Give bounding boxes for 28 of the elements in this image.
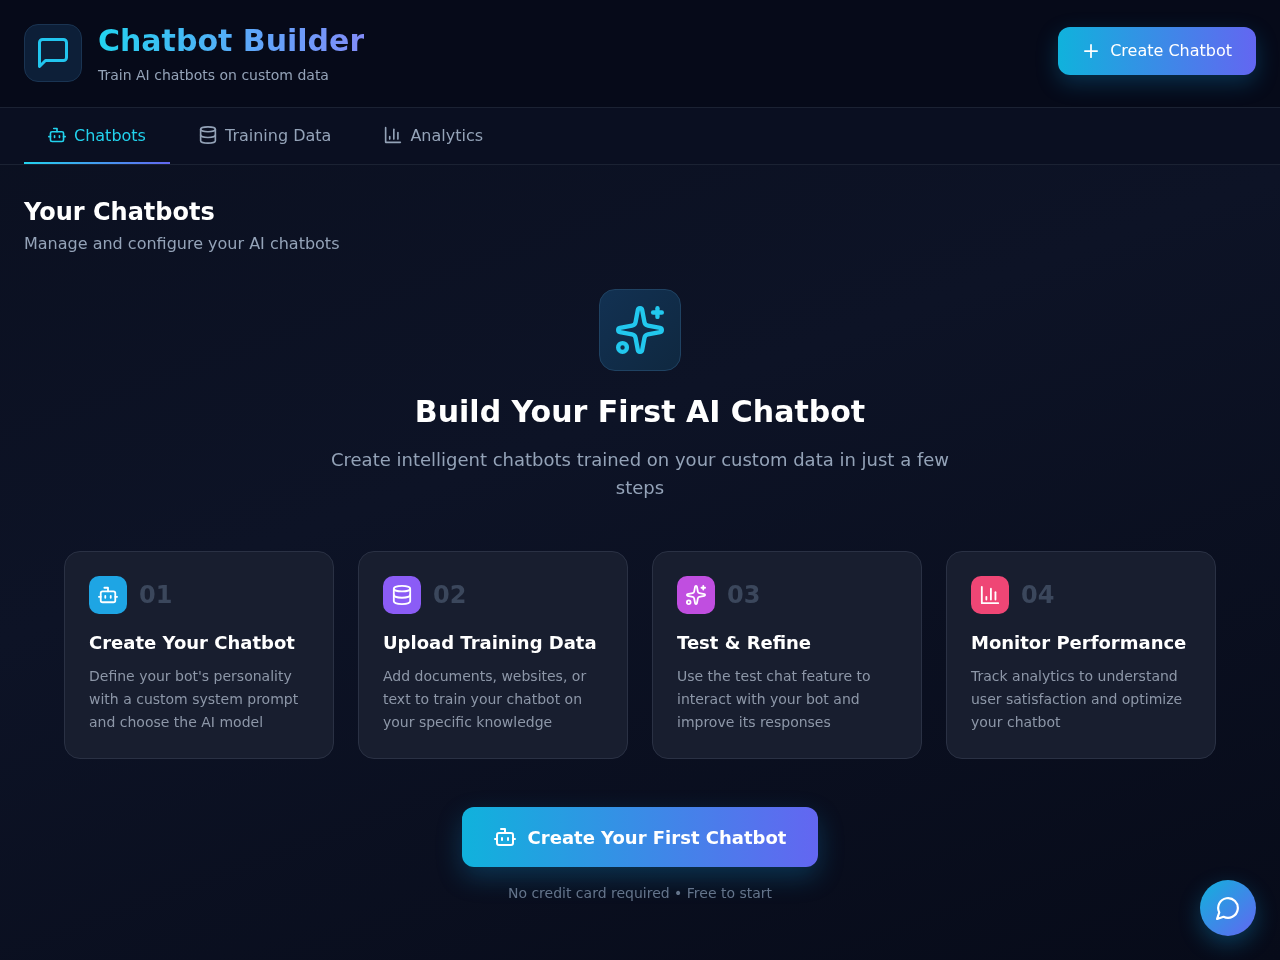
hero-description: Create intelligent chatbots trained on your custom data in just a few steps <box>329 448 951 500</box>
create-first-chatbot-button[interactable]: Create Your First Chatbot <box>461 807 819 867</box>
cta-note: No credit card required • Free to start <box>507 884 773 903</box>
robot-icon <box>48 126 66 144</box>
tab[interactable]: Training Data <box>174 108 356 164</box>
chat-button[interactable] <box>1200 880 1256 936</box>
step-title: Monitor Performance <box>971 631 1188 655</box>
step-title: Create Your Chatbot <box>89 631 296 655</box>
step-description: Define your bot's personality with a custom system prompt and choose the AI model <box>89 667 300 732</box>
chat-bubble-icon <box>24 23 82 82</box>
step-description: Track analytics to understand user satisfaction and optimize your chatbot <box>971 667 1184 732</box>
step-title: Test & Refine <box>677 631 813 655</box>
database-icon <box>198 126 217 144</box>
tab[interactable]: Analytics <box>360 108 508 164</box>
hero-title: Build Your First AI Chatbot <box>414 394 866 430</box>
step-description: Add documents, websites, or text to train your chatbot on your specific knowledge <box>383 667 588 732</box>
section-title: Your Chatbots <box>24 197 216 228</box>
step-description: Use the test chat feature to interact with your bot and improve its responses <box>677 667 872 732</box>
bar-chart-icon <box>384 126 403 144</box>
tab[interactable]: Chatbots <box>24 108 170 164</box>
chat-bubble-icon <box>1216 896 1240 920</box>
app-subtitle: Train AI chatbots on custom data <box>98 65 330 85</box>
sparkles-icon <box>599 289 681 371</box>
step-title: Upload Training Data <box>383 631 598 655</box>
robot-icon <box>493 826 516 848</box>
section-subtitle: Manage and configure your AI chatbots <box>24 233 341 255</box>
plus-icon <box>1084 43 1099 58</box>
create-chatbot-button[interactable]: Create Chatbot <box>1058 26 1256 75</box>
